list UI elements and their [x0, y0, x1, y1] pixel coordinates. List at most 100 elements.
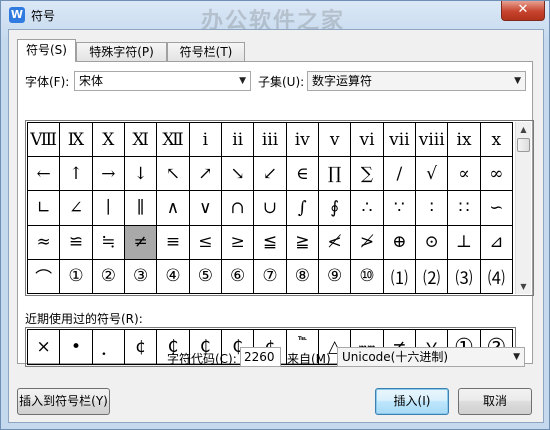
symbol-cell[interactable]: ↗: [189, 157, 222, 192]
symbol-cell[interactable]: ⑴: [383, 259, 416, 294]
symbol-cell[interactable]: ∕: [383, 157, 416, 192]
symbol-cell[interactable]: ≒: [92, 225, 125, 260]
symbol-cell[interactable]: ↙: [254, 157, 287, 192]
symbol-cell[interactable]: ⅲ: [254, 123, 287, 158]
symbol-cell[interactable]: ②: [92, 259, 125, 294]
symbol-cell[interactable]: ∶: [415, 191, 449, 226]
symbol-cell[interactable]: ≡: [157, 225, 190, 260]
subset-select[interactable]: 数字运算符 ▼: [307, 71, 526, 91]
symbol-cell-selected[interactable]: ≠: [124, 225, 158, 260]
symbol-cell[interactable]: ⅵ: [351, 123, 384, 158]
chevron-down-icon: ▼: [239, 76, 246, 86]
symbol-cell[interactable]: ⊙: [415, 225, 449, 260]
symbol-cell[interactable]: ∩: [221, 191, 255, 226]
symbol-cell[interactable]: ∪: [254, 191, 287, 226]
tab-symbols[interactable]: 符号(S): [17, 39, 76, 62]
symbol-cell[interactable]: ∠: [60, 191, 93, 226]
symbol-cell[interactable]: ↓: [124, 157, 158, 192]
tab-symbol-bar[interactable]: 符号栏(T): [167, 42, 245, 61]
symbol-cell[interactable]: ∝: [448, 157, 481, 192]
symbol-cell[interactable]: ≌: [60, 225, 93, 260]
title-bar[interactable]: W 符号 办公软件之家 ✕: [1, 1, 549, 34]
symbol-cell[interactable]: ⅳ: [286, 123, 319, 158]
tab-special-characters[interactable]: 特殊字符(P): [76, 42, 167, 61]
symbol-cell[interactable]: ∴: [351, 191, 384, 226]
symbol-cell[interactable]: ≤: [189, 225, 222, 260]
symbol-cell[interactable]: ⅸ: [448, 123, 481, 158]
window-title: 符号: [31, 9, 56, 23]
symbol-cell[interactable]: ⑵: [415, 259, 449, 294]
close-button[interactable]: ✕: [501, 1, 545, 21]
symbol-cell[interactable]: Ⅸ: [60, 123, 93, 158]
recent-symbol-cell[interactable]: ．: [92, 330, 125, 365]
symbol-cell[interactable]: ∣: [92, 191, 125, 226]
symbol-cell[interactable]: ∑: [351, 157, 384, 192]
symbol-cell[interactable]: ∏: [318, 157, 352, 192]
symbol-cell[interactable]: ⑤: [189, 259, 222, 294]
recent-symbol-cell[interactable]: •: [60, 330, 93, 365]
symbol-cell[interactable]: ≮: [318, 225, 352, 260]
symbol-cell[interactable]: ⅴ: [318, 123, 352, 158]
symbol-cell[interactable]: ③: [124, 259, 158, 294]
symbol-cell[interactable]: ⊥: [448, 225, 481, 260]
scrollbar-thumb[interactable]: [517, 138, 530, 152]
symbol-cell[interactable]: ⑧: [286, 259, 319, 294]
recent-symbol-cell[interactable]: ¢: [124, 330, 158, 365]
symbol-cell[interactable]: ④: [157, 259, 190, 294]
symbol-cell[interactable]: ≥: [221, 225, 255, 260]
symbol-cell[interactable]: ①: [60, 259, 93, 294]
symbol-cell[interactable]: ∈: [286, 157, 319, 192]
symbol-cell[interactable]: Ⅷ: [28, 123, 61, 158]
symbol-cell[interactable]: ⅱ: [221, 123, 255, 158]
symbol-cell[interactable]: ⑷: [480, 259, 513, 294]
char-code-input[interactable]: 2260: [240, 347, 281, 367]
symbol-cell[interactable]: ⊿: [480, 225, 513, 260]
symbol-cell[interactable]: ∟: [28, 191, 61, 226]
symbol-cell[interactable]: ∞: [480, 157, 513, 192]
symbol-cell[interactable]: ←: [28, 157, 61, 192]
symbol-cell[interactable]: ⅷ: [415, 123, 449, 158]
symbol-cell[interactable]: Ⅻ: [157, 123, 190, 158]
insert-button[interactable]: 插入(I): [375, 388, 449, 415]
symbol-cell[interactable]: ↘: [221, 157, 255, 192]
symbol-cell[interactable]: ∨: [189, 191, 222, 226]
from-label: 来自(M): [287, 352, 331, 366]
symbol-cell[interactable]: ⑶: [448, 259, 481, 294]
symbol-cell[interactable]: ∽: [480, 191, 513, 226]
symbol-cell[interactable]: ∷: [448, 191, 481, 226]
chevron-down-icon: ▼: [514, 76, 521, 86]
symbol-cell[interactable]: ∥: [124, 191, 158, 226]
symbol-cell[interactable]: √: [415, 157, 449, 192]
symbol-cell[interactable]: →: [92, 157, 125, 192]
from-select[interactable]: Unicode(十六进制) ▼: [337, 347, 525, 367]
symbol-cell[interactable]: Ⅹ: [92, 123, 125, 158]
symbol-cell[interactable]: ↖: [157, 157, 190, 192]
scroll-up-icon[interactable]: ▲: [516, 122, 531, 137]
symbol-cell[interactable]: ∮: [318, 191, 352, 226]
symbol-cell[interactable]: ⑥: [221, 259, 255, 294]
recent-symbol-cell[interactable]: ×: [28, 330, 61, 365]
symbol-cell[interactable]: ≯: [351, 225, 384, 260]
symbol-cell[interactable]: ⅶ: [383, 123, 416, 158]
symbol-cell[interactable]: ∵: [383, 191, 416, 226]
symbol-cell[interactable]: ≦: [254, 225, 287, 260]
scroll-down-icon[interactable]: ▼: [516, 279, 531, 294]
symbol-cell[interactable]: ∧: [157, 191, 190, 226]
symbol-cell[interactable]: ⊕: [383, 225, 416, 260]
symbol-cell[interactable]: Ⅺ: [124, 123, 158, 158]
symbol-cell[interactable]: ≈: [28, 225, 61, 260]
symbol-cell[interactable]: ↑: [60, 157, 93, 192]
font-select[interactable]: 宋体 ▼: [74, 71, 251, 91]
cancel-button[interactable]: 取消: [458, 388, 532, 415]
font-value: 宋体: [79, 74, 104, 88]
symbol-cell[interactable]: ∫: [286, 191, 319, 226]
symbol-grid-scrollbar[interactable]: ▲ ▼: [515, 122, 531, 294]
symbol-cell[interactable]: ⑩: [351, 259, 384, 294]
symbol-cell[interactable]: ≧: [286, 225, 319, 260]
insert-to-symbol-bar-button[interactable]: 插入到符号栏(Y): [17, 388, 110, 415]
symbol-cell[interactable]: ⅹ: [480, 123, 513, 158]
symbol-cell[interactable]: ⑨: [318, 259, 352, 294]
symbol-cell[interactable]: ⌒: [28, 259, 61, 294]
symbol-cell[interactable]: ⅰ: [189, 123, 222, 158]
symbol-cell[interactable]: ⑦: [254, 259, 287, 294]
